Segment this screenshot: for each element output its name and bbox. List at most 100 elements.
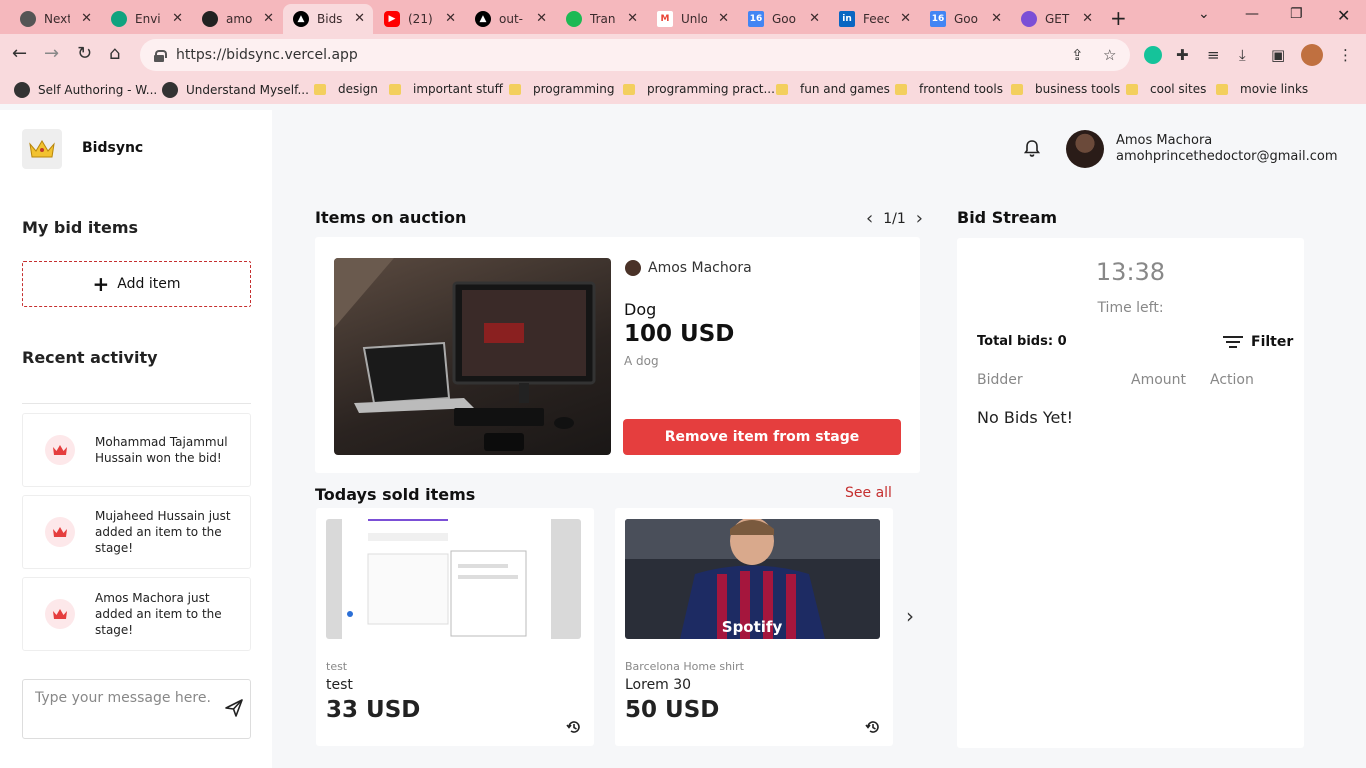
sold-item-name: Lorem 30 bbox=[625, 677, 692, 693]
bell-icon[interactable] bbox=[1022, 138, 1042, 158]
close-icon[interactable]: ✕ bbox=[1082, 11, 1093, 26]
see-all-link[interactable]: See all bbox=[845, 485, 892, 501]
home-icon[interactable]: ⌂ bbox=[109, 43, 120, 64]
auction-pager: ‹ 1/1 › bbox=[856, 208, 933, 229]
close-icon[interactable]: ✕ bbox=[718, 11, 729, 26]
bookmark-folder[interactable]: fun and games bbox=[776, 82, 890, 96]
folder-icon bbox=[314, 83, 326, 95]
bookmark-folder[interactable]: cool sites bbox=[1126, 82, 1206, 96]
browser-tab[interactable]: Next ✕ bbox=[10, 4, 100, 34]
restore-icon[interactable]: ❐ bbox=[1290, 6, 1303, 22]
browser-tab[interactable]: M Unlo ✕ bbox=[647, 4, 737, 34]
browser-tab[interactable]: ▲ out- ✕ bbox=[465, 4, 555, 34]
menu-icon[interactable]: ⋮ bbox=[1338, 46, 1353, 64]
sold-item-subtitle: test bbox=[326, 660, 348, 673]
site-icon bbox=[162, 82, 178, 98]
bookmark-folder[interactable]: programming pract... bbox=[623, 82, 775, 96]
url-text: https://bidsync.vercel.app bbox=[176, 47, 358, 63]
close-icon[interactable]: ✕ bbox=[81, 11, 92, 26]
bookmark-folder[interactable]: programming bbox=[509, 82, 614, 96]
close-icon[interactable]: ✕ bbox=[445, 11, 456, 26]
empty-bids-message: No Bids Yet! bbox=[977, 408, 1074, 427]
browser-tab[interactable]: Tran ✕ bbox=[556, 4, 646, 34]
tab-search-icon[interactable]: ⌄ bbox=[1198, 6, 1210, 22]
new-tab-icon[interactable]: + bbox=[1110, 6, 1127, 30]
user-name: Amos Machora bbox=[1116, 133, 1213, 148]
bookmark-folder[interactable]: important stuff bbox=[389, 82, 503, 96]
history-icon[interactable] bbox=[566, 719, 582, 735]
folder-icon bbox=[776, 83, 788, 95]
bookmark-folder[interactable]: business tools bbox=[1011, 82, 1120, 96]
seller-name: Amos Machora bbox=[648, 260, 752, 276]
chevron-left-icon[interactable]: ‹ bbox=[866, 208, 873, 229]
address-bar[interactable]: https://bidsync.vercel.app bbox=[140, 39, 1130, 71]
reload-icon[interactable]: ↻ bbox=[77, 43, 92, 64]
avatar[interactable] bbox=[1066, 130, 1104, 168]
bookmark-folder[interactable]: frontend tools bbox=[895, 82, 1003, 96]
app-icon bbox=[1021, 11, 1037, 27]
close-icon[interactable]: ✕ bbox=[172, 11, 183, 26]
browser-tab[interactable]: Envi ✕ bbox=[101, 4, 191, 34]
bookmark-folder[interactable]: design bbox=[314, 82, 378, 96]
extensions-icon[interactable]: ✚ bbox=[1176, 46, 1189, 64]
browser-tab-active[interactable]: ▲ Bids ✕ bbox=[283, 4, 373, 34]
spotify-icon bbox=[566, 11, 582, 27]
browser-tab[interactable]: in Feec ✕ bbox=[829, 4, 919, 34]
browser-tab[interactable]: 16 Goo ✕ bbox=[738, 4, 828, 34]
add-item-button[interactable]: + Add item bbox=[22, 261, 251, 307]
share-icon[interactable]: ⇪ bbox=[1071, 46, 1084, 64]
chevron-right-icon[interactable]: › bbox=[916, 208, 923, 229]
forward-icon[interactable]: → bbox=[44, 43, 59, 64]
site-icon bbox=[14, 82, 30, 98]
bookmark-item[interactable]: Understand Myself... bbox=[162, 82, 309, 98]
close-icon[interactable]: ✕ bbox=[809, 11, 820, 26]
bookmark-item[interactable]: Self Authoring - W... bbox=[14, 82, 157, 98]
browser-tab[interactable]: 16 Goo ✕ bbox=[920, 4, 1010, 34]
vercel-icon: ▲ bbox=[293, 11, 309, 27]
sold-item-price: 33 USD bbox=[326, 697, 421, 723]
total-bids: Total bids: 0 bbox=[977, 334, 1067, 349]
bookmark-folder[interactable]: movie links bbox=[1216, 82, 1308, 96]
remove-item-button[interactable]: Remove item from stage bbox=[623, 419, 901, 455]
back-icon[interactable]: ← bbox=[12, 43, 27, 64]
close-icon[interactable]: ✕ bbox=[627, 11, 638, 26]
tab-label: Unlo bbox=[681, 12, 707, 26]
tab-label: Tran bbox=[590, 12, 616, 26]
grammarly-icon[interactable] bbox=[1144, 46, 1162, 64]
calendar-icon: 16 bbox=[930, 11, 946, 27]
close-icon[interactable]: ✕ bbox=[536, 11, 547, 26]
close-icon[interactable]: ✕ bbox=[354, 11, 365, 26]
my-bid-items-heading: My bid items bbox=[22, 218, 139, 237]
column-header-amount: Amount bbox=[1131, 372, 1187, 388]
history-icon[interactable] bbox=[865, 719, 881, 735]
close-window-icon[interactable]: ✕ bbox=[1337, 6, 1350, 25]
media-icon[interactable]: ≡ bbox=[1207, 46, 1220, 64]
lock-icon bbox=[154, 49, 167, 62]
send-icon[interactable] bbox=[224, 698, 244, 718]
user-email: amohprincethedoctor@gmail.com bbox=[1116, 149, 1338, 164]
close-icon[interactable]: ✕ bbox=[900, 11, 911, 26]
sold-item-card[interactable]: test test 33 USD bbox=[316, 508, 594, 746]
items-on-auction-title: Items on auction bbox=[315, 208, 467, 227]
svg-text:Spotify: Spotify bbox=[722, 618, 783, 636]
sidepanel-icon[interactable]: ▣ bbox=[1271, 46, 1285, 64]
sold-item-card[interactable]: Spotify Barcelona Home shirt Lorem 30 50… bbox=[615, 508, 893, 746]
close-icon[interactable]: ✕ bbox=[263, 11, 274, 26]
browser-tab[interactable]: amo ✕ bbox=[192, 4, 282, 34]
tab-label: (21) bbox=[408, 12, 433, 26]
browser-tab[interactable]: GET ✕ bbox=[1011, 4, 1101, 34]
bookmark-star-icon[interactable]: ☆ bbox=[1103, 46, 1116, 64]
profile-avatar[interactable] bbox=[1301, 44, 1323, 66]
chevron-right-icon[interactable]: › bbox=[906, 604, 914, 628]
bookmarks-bar: Self Authoring - W... Understand Myself.… bbox=[0, 76, 1366, 104]
item-name: Dog bbox=[624, 300, 657, 319]
message-input[interactable] bbox=[35, 690, 215, 706]
minimize-icon[interactable]: — bbox=[1245, 6, 1259, 22]
download-icon[interactable]: ⤓ bbox=[1239, 46, 1246, 64]
calendar-icon: 16 bbox=[748, 11, 764, 27]
linkedin-icon: in bbox=[839, 11, 855, 27]
filter-button[interactable]: Filter bbox=[1223, 334, 1293, 350]
close-icon[interactable]: ✕ bbox=[991, 11, 1002, 26]
browser-tab[interactable]: ▶ (21) ✕ bbox=[374, 4, 464, 34]
folder-icon bbox=[1216, 83, 1228, 95]
